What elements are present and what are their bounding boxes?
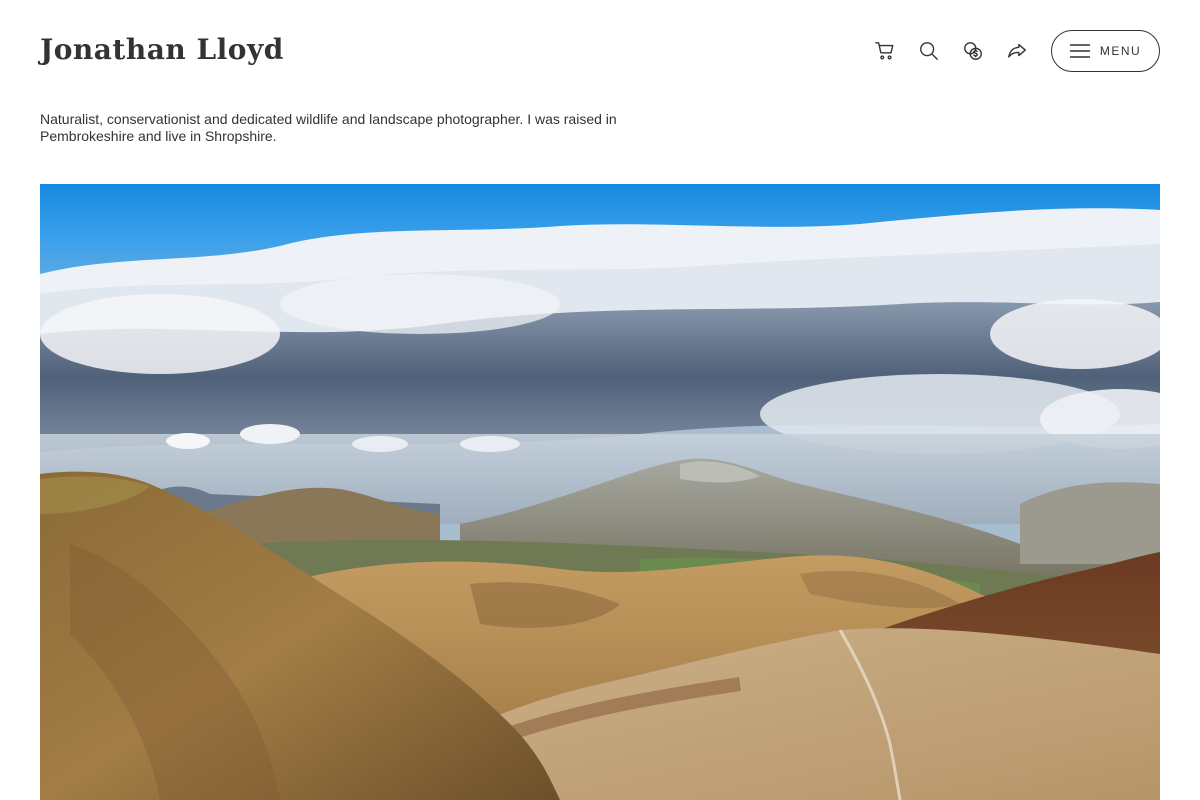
search-icon — [920, 42, 938, 60]
hamburger-icon — [1069, 44, 1090, 58]
menu-label: MENU — [1099, 44, 1142, 58]
share-button[interactable] — [995, 30, 1039, 72]
currency-icon — [964, 42, 982, 60]
search-button[interactable] — [907, 30, 951, 72]
hero-image[interactable] — [40, 184, 1160, 800]
share-icon — [1008, 43, 1026, 58]
cart-button[interactable] — [863, 30, 907, 72]
menu-button[interactable]: MENU — [1051, 30, 1160, 72]
site-title[interactable]: Jonathan Lloyd — [40, 30, 284, 70]
cart-icon — [875, 42, 894, 60]
currency-button[interactable] — [951, 30, 995, 72]
landscape-photo — [40, 184, 1160, 800]
bio-text: Naturalist, conservationist and dedicate… — [40, 111, 617, 144]
header-nav: MENU — [863, 30, 1160, 72]
